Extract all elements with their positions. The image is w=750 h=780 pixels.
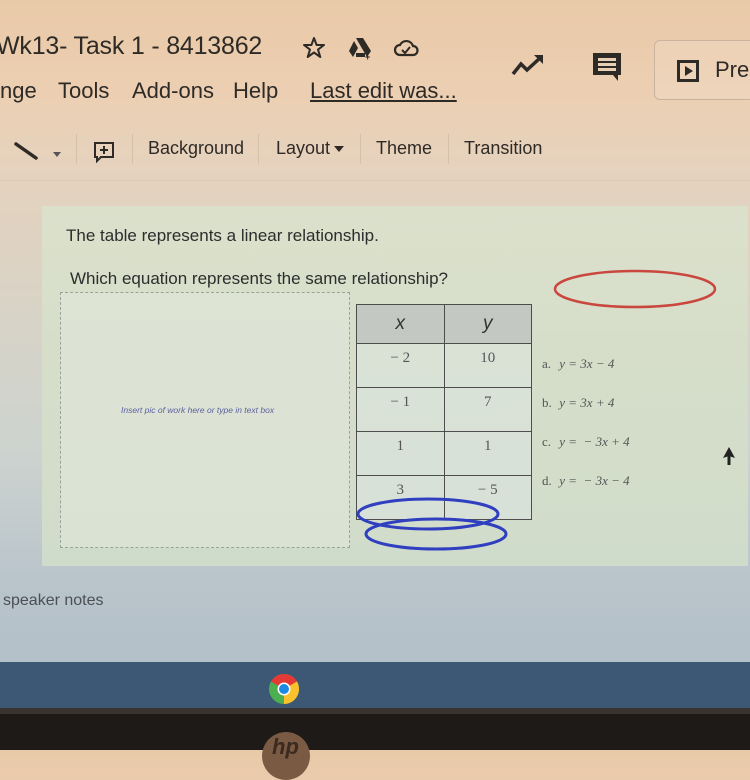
work-text-box[interactable]: Insert pic of work here or type in text … bbox=[60, 292, 350, 548]
blue-ovals-annotation[interactable] bbox=[356, 492, 508, 558]
choice-equation: y = − 3x + 4 bbox=[559, 434, 630, 449]
move-to-drive-icon[interactable]: + bbox=[347, 36, 371, 62]
table-cell-x: − 2 bbox=[356, 343, 445, 388]
theme-button[interactable]: Theme bbox=[376, 138, 432, 159]
table-cell-y: 7 bbox=[443, 387, 532, 432]
line-tool-icon[interactable] bbox=[12, 138, 42, 164]
work-box-placeholder: Insert pic of work here or type in text … bbox=[121, 405, 275, 415]
background-button[interactable]: Background bbox=[148, 138, 244, 159]
menu-arrange[interactable]: nge bbox=[0, 78, 37, 104]
table-cell-y: 10 bbox=[443, 343, 532, 388]
red-oval-annotation[interactable] bbox=[552, 268, 718, 310]
chrome-icon[interactable] bbox=[268, 673, 300, 705]
toolbar-divider-line bbox=[0, 180, 750, 181]
choice-letter: d. bbox=[542, 473, 552, 488]
laptop-bezel-edge bbox=[0, 708, 750, 714]
os-taskbar bbox=[0, 662, 750, 708]
choice-d[interactable]: d. y = − 3x − 4 bbox=[542, 473, 702, 512]
choice-equation: y = 3x − 4 bbox=[559, 356, 615, 371]
xy-table: x y − 2 10 − 1 7 1 1 3 − 5 bbox=[356, 304, 532, 520]
table-header-y: y bbox=[443, 304, 532, 344]
transition-button[interactable]: Transition bbox=[464, 138, 542, 159]
choice-letter: b. bbox=[542, 395, 552, 410]
choice-letter: a. bbox=[542, 356, 552, 371]
toolbar-divider bbox=[448, 134, 449, 164]
toolbar-divider bbox=[360, 134, 361, 164]
table-row: 1 1 bbox=[356, 431, 532, 476]
table-header-x: x bbox=[356, 304, 445, 344]
add-comment-icon[interactable] bbox=[92, 140, 116, 164]
choice-letter: c. bbox=[542, 434, 552, 449]
table-row: − 2 10 bbox=[356, 343, 532, 388]
prompt-question: Which equation represents the same relat… bbox=[70, 269, 448, 288]
choice-equation: y = 3x + 4 bbox=[559, 395, 615, 410]
document-title[interactable]: Wk13- Task 1 - 8413862 bbox=[0, 32, 262, 61]
activity-trend-icon[interactable] bbox=[510, 52, 546, 78]
choice-equation: y = − 3x − 4 bbox=[559, 473, 630, 488]
hp-logo: hp bbox=[262, 732, 310, 780]
last-edit-link[interactable]: Last edit was... bbox=[310, 78, 457, 104]
cloud-saved-icon[interactable] bbox=[393, 36, 419, 60]
star-icon[interactable] bbox=[302, 36, 326, 60]
toolbar-divider bbox=[76, 134, 77, 164]
svg-text:+: + bbox=[365, 52, 370, 60]
table-header-row: x y bbox=[356, 304, 532, 344]
toolbar-divider bbox=[258, 134, 259, 164]
chevron-down-icon bbox=[334, 146, 345, 153]
title-bar: Wk13- Task 1 - 8413862 + bbox=[0, 30, 750, 70]
toolbar-divider bbox=[132, 134, 133, 164]
table-cell-y: 1 bbox=[443, 431, 532, 476]
mouse-cursor-icon bbox=[722, 446, 736, 466]
choice-a[interactable]: a. y = 3x − 4 bbox=[542, 356, 702, 395]
toolbar: Background Layout Theme Transition bbox=[0, 130, 750, 174]
speaker-notes-field[interactable]: speaker notes bbox=[3, 592, 104, 610]
menu-tools[interactable]: Tools bbox=[58, 78, 109, 104]
answer-choices: a. y = 3x − 4 b. y = 3x + 4 c. y = − 3x … bbox=[542, 356, 702, 512]
menu-help[interactable]: Help bbox=[233, 78, 278, 104]
prompt-statement: The table represents a linear relationsh… bbox=[66, 226, 379, 245]
table-cell-x: 1 bbox=[356, 431, 445, 476]
choice-c[interactable]: c. y = − 3x + 4 bbox=[542, 434, 702, 473]
layout-button[interactable]: Layout bbox=[276, 138, 345, 159]
menu-add-ons[interactable]: Add-ons bbox=[132, 78, 214, 104]
layout-label: Layout bbox=[276, 138, 331, 158]
table-row: − 1 7 bbox=[356, 387, 532, 432]
menu-bar: nge Tools Add-ons Help Last edit was... bbox=[0, 78, 750, 108]
chevron-down-icon[interactable] bbox=[52, 146, 62, 157]
choice-b[interactable]: b. y = 3x + 4 bbox=[542, 395, 702, 434]
slide-canvas[interactable]: The table represents a linear relationsh… bbox=[42, 206, 748, 566]
laptop-bezel bbox=[0, 708, 750, 750]
table-cell-x: − 1 bbox=[356, 387, 445, 432]
